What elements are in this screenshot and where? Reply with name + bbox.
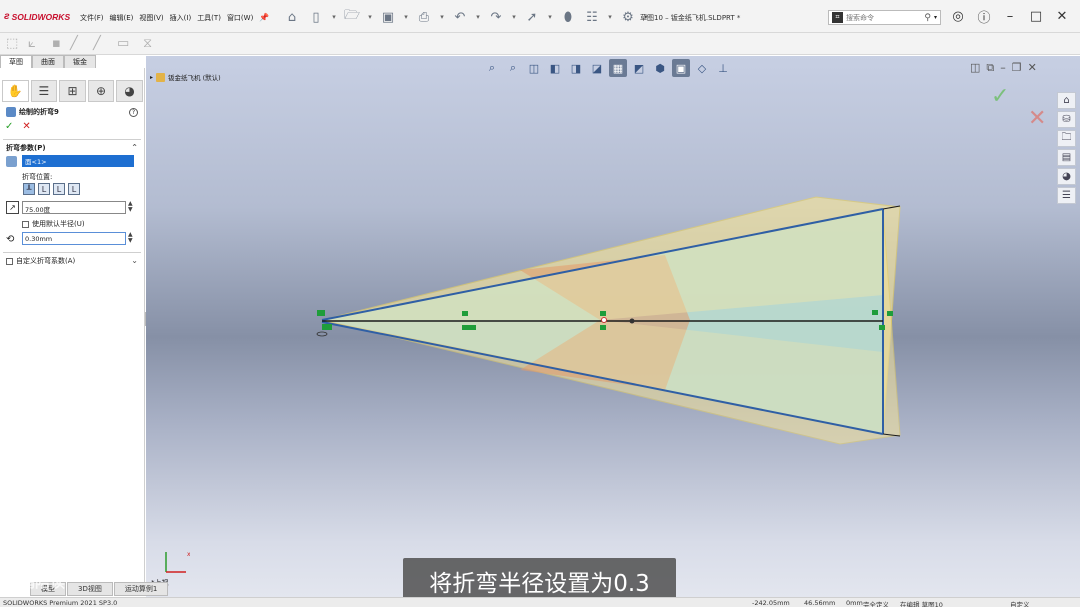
tab-motion-study[interactable]: 运动算例1 bbox=[113, 582, 169, 596]
sketch-point[interactable] bbox=[629, 318, 635, 324]
status-bar: SOLIDWORKS Premium 2021 SP3.0 -242.05mm … bbox=[0, 597, 1080, 607]
reference-triad: x bbox=[165, 551, 190, 573]
coord-y: 46.56mm bbox=[804, 599, 836, 607]
sketch-state: 完全定义 bbox=[863, 601, 889, 607]
units-selector[interactable]: 自定义 bbox=[1010, 599, 1030, 607]
coord-z: 0mm bbox=[846, 599, 863, 607]
tab-3d-views[interactable]: 3D视图 bbox=[67, 582, 113, 596]
watermark: 大鹏陪读 bbox=[5, 573, 66, 591]
coord-x: -242.05mm bbox=[752, 599, 790, 607]
paper-plane-model[interactable] bbox=[0, 0, 1080, 607]
sketch-midpoint[interactable] bbox=[601, 317, 607, 323]
svg-text:x: x bbox=[187, 551, 190, 558]
origin-marker bbox=[316, 331, 328, 337]
product-version: SOLIDWORKS Premium 2021 SP3.0 bbox=[3, 599, 118, 607]
editing-status: 在编辑 草图10 bbox=[900, 601, 943, 607]
